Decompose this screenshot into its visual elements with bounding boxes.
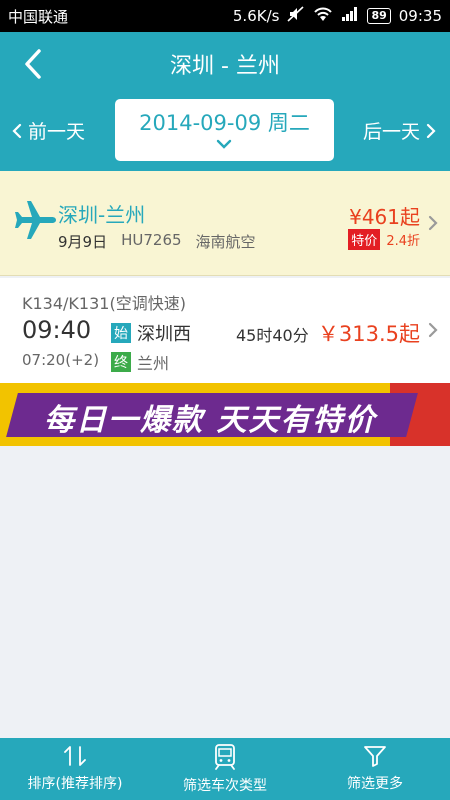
- carrier-label: 中国联通: [8, 7, 69, 26]
- prev-day-button[interactable]: 前一天: [12, 117, 85, 144]
- selected-date: 2014-09-09 周二: [139, 111, 310, 135]
- to-station-row: 终 兰州: [111, 350, 169, 374]
- bottom-toolbar: 排序(推荐排序) 筛选车次类型 筛选更多: [0, 738, 450, 800]
- clock: 09:35: [398, 7, 442, 25]
- battery-icon: 89: [367, 8, 391, 24]
- filter-train-type-label: 筛选车次类型: [183, 778, 267, 794]
- date-bar: 前一天 2014-09-09 周二 后一天: [0, 97, 450, 171]
- next-day-label: 后一天: [362, 121, 420, 143]
- page-title: 深圳 - 兰州: [170, 54, 280, 79]
- sort-label: 排序(推荐排序): [27, 776, 123, 792]
- status-bar: 中国联通 5.6K/s 89 09:35: [0, 0, 450, 32]
- chevron-down-icon: [216, 139, 232, 149]
- sort-icon: [64, 746, 86, 766]
- next-day-button[interactable]: 后一天: [363, 117, 436, 144]
- date-picker[interactable]: 2014-09-09 周二: [115, 99, 334, 161]
- special-price-tag: 特价: [348, 229, 381, 250]
- train-number: K134/K131(空调快速): [22, 294, 186, 313]
- train-icon: [215, 744, 235, 770]
- chevron-left-icon: [12, 123, 22, 138]
- start-badge: 始: [111, 323, 131, 343]
- flight-date: 9月9日: [58, 233, 108, 251]
- flight-price: ¥461起: [349, 205, 420, 229]
- discount-rate: 2.4折: [386, 234, 420, 249]
- depart-time: 09:40: [22, 316, 92, 344]
- airplane-icon: [15, 201, 56, 239]
- end-badge: 终: [111, 352, 131, 372]
- train-price: ￥313.5起: [317, 322, 420, 346]
- banner-text: 每日一爆款 天天有特价: [44, 403, 377, 438]
- travel-duration: 45时40分: [236, 326, 309, 345]
- filter-icon: [364, 746, 386, 767]
- from-station: 深圳西: [137, 324, 191, 345]
- airline-name: 海南航空: [195, 233, 256, 251]
- flight-meta: 9月9日 HU7265 海南航空: [58, 231, 256, 252]
- flight-discount: 特价 2.4折: [348, 229, 420, 250]
- sort-button[interactable]: 排序(推荐排序): [0, 738, 150, 800]
- flight-route: 深圳-兰州: [58, 203, 146, 227]
- header: 深圳 - 兰州: [0, 32, 450, 97]
- flight-number: HU7265: [121, 231, 182, 249]
- flight-result-card[interactable]: 深圳-兰州 9月9日 HU7265 海南航空 ¥461起 特价 2.4折: [0, 171, 450, 276]
- filter-train-type-button[interactable]: 筛选车次类型: [150, 738, 300, 800]
- wifi-icon: [313, 6, 333, 26]
- train-result-card[interactable]: K134/K131(空调快速) 09:40 07:20(+2) 始 深圳西 终 …: [0, 278, 450, 383]
- filter-more-button[interactable]: 筛选更多: [300, 738, 450, 800]
- prev-day-label: 前一天: [28, 121, 86, 143]
- mute-icon: [287, 6, 305, 26]
- chevron-right-icon: [428, 322, 438, 338]
- to-station: 兰州: [137, 354, 170, 373]
- filter-more-label: 筛选更多: [347, 776, 403, 792]
- from-station-row: 始 深圳西: [111, 320, 191, 346]
- chevron-right-icon: [426, 123, 436, 138]
- promo-banner[interactable]: 每日一爆款 天天有特价: [0, 383, 450, 446]
- status-indicators: 5.6K/s 89 09:35: [233, 6, 442, 26]
- signal-icon: [341, 6, 359, 26]
- network-speed: 5.6K/s: [232, 7, 280, 25]
- chevron-right-icon: [428, 215, 438, 231]
- arrive-time: 07:20(+2): [22, 351, 100, 369]
